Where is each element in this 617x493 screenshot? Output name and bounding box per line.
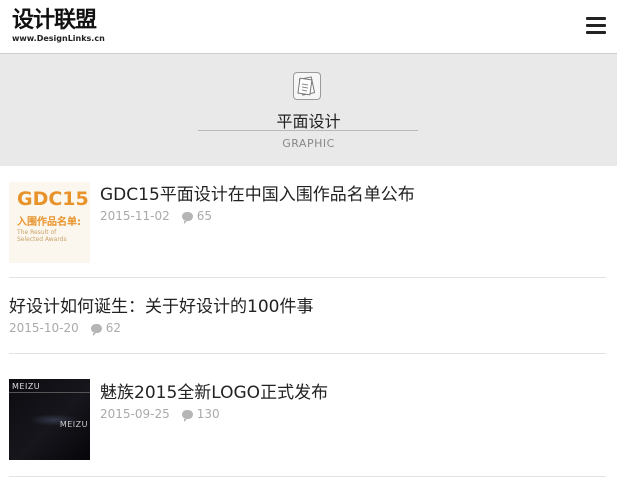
article-title[interactable]: 魅族2015全新LOGO正式发布: [100, 378, 328, 403]
category-banner: 平面设计 GRAPHIC: [0, 54, 617, 166]
article-item[interactable]: MEIZU MEIZU 魅族2015全新LOGO正式发布 2015-09-25 …: [9, 379, 606, 477]
comment-count: 130: [196, 407, 220, 421]
category-divider: [198, 130, 418, 131]
logo-text: 设计联盟: [12, 8, 97, 33]
comment-icon: [181, 211, 193, 224]
thumb-text: MEIZU: [59, 420, 88, 429]
thumb-divider: [9, 392, 90, 393]
comment-icon: [181, 409, 193, 422]
document-icon: [293, 72, 321, 100]
article-date: 2015-10-20: [9, 321, 79, 335]
site-logo[interactable]: 设计联盟 www.DesignLinks.cn: [12, 8, 112, 48]
category-title: 平面设计: [276, 112, 341, 131]
thumb-text: MEIZU: [12, 382, 41, 391]
article-thumbnail[interactable]: GDC15 入围作品名单: The Result of Selected Awa…: [9, 182, 90, 263]
article-title[interactable]: 好设计如何诞生：关于好设计的100件事: [9, 292, 313, 317]
article-meta: 2015-10-20 62: [9, 321, 122, 336]
comment-count: 65: [196, 209, 213, 223]
article-meta: 2015-11-02 65: [100, 209, 213, 224]
thumb-text: 入围作品名单:: [17, 217, 81, 228]
article-meta: 2015-09-25 130: [100, 407, 220, 422]
comment-count: 62: [105, 321, 122, 335]
article-title[interactable]: GDC15平面设计在中国入围作品名单公布: [100, 180, 415, 205]
hamburger-menu-icon[interactable]: [586, 17, 606, 35]
article-item[interactable]: 好设计如何诞生：关于好设计的100件事 2015-10-20 62: [9, 292, 606, 354]
site-header: 设计联盟 www.DesignLinks.cn: [0, 0, 617, 54]
article-thumbnail[interactable]: MEIZU MEIZU: [9, 379, 90, 460]
article-date: 2015-09-25: [100, 407, 170, 421]
thumb-text: GDC15: [17, 188, 89, 210]
comment-icon: [90, 323, 102, 336]
logo-url-text: www.DesignLinks.cn: [12, 34, 105, 43]
category-subtitle: GRAPHIC: [282, 137, 335, 150]
thumb-text: The Result of Selected Awards: [17, 229, 67, 243]
article-item[interactable]: GDC15 入围作品名单: The Result of Selected Awa…: [9, 182, 606, 278]
article-date: 2015-11-02: [100, 209, 170, 223]
